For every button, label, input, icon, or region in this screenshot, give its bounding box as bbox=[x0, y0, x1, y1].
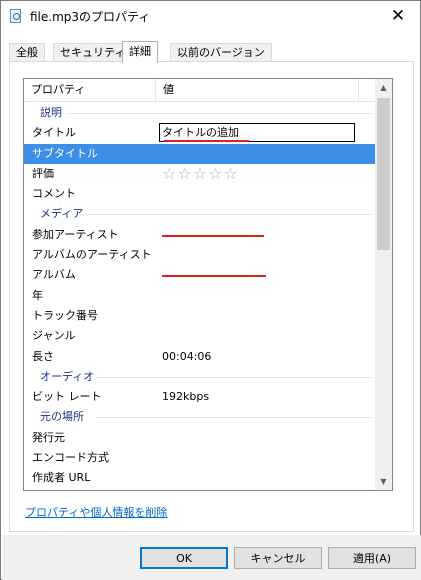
group-divider bbox=[96, 376, 372, 378]
row-subtitle[interactable]: サブタイトル bbox=[24, 143, 376, 164]
property-name: ビット レート bbox=[32, 390, 102, 404]
row-track-number[interactable]: トラック番号 bbox=[24, 306, 376, 326]
tab-security[interactable]: セキュリティ bbox=[53, 43, 133, 62]
row-album-artist[interactable]: アルバムのアーティスト bbox=[24, 245, 376, 265]
window-title: file.mp3のプロパティ bbox=[30, 10, 151, 24]
column-header-value[interactable]: 値 bbox=[156, 79, 359, 101]
vertical-scrollbar[interactable]: ▲ ▼ bbox=[375, 79, 392, 490]
property-list: プロパティ 値 説明 タイトル タイトルの追加 サブタイトル 評価 ☆☆☆☆☆ bbox=[23, 78, 393, 491]
row-length[interactable]: 長さ 00:04:06 bbox=[24, 347, 376, 367]
group-divider bbox=[82, 214, 372, 216]
property-name: アルバム bbox=[32, 268, 76, 282]
property-name: サブタイトル bbox=[32, 146, 98, 160]
group-divider bbox=[68, 113, 372, 114]
scroll-down-arrow-icon[interactable]: ▼ bbox=[375, 473, 392, 490]
row-publisher[interactable]: 発行元 bbox=[24, 428, 376, 448]
row-author-url[interactable]: 作成者 URL bbox=[24, 468, 376, 488]
property-name: 長さ bbox=[32, 349, 54, 363]
group-label: 元の場所 bbox=[40, 410, 84, 424]
column-header-property[interactable]: プロパティ bbox=[24, 79, 156, 101]
remove-properties-link[interactable]: プロパティや個人情報を削除 bbox=[25, 504, 167, 520]
property-value: 00:04:06 bbox=[162, 349, 212, 363]
row-comment[interactable]: コメント bbox=[24, 184, 376, 204]
tab-details[interactable]: 詳細 bbox=[122, 41, 158, 63]
group-divider bbox=[96, 417, 372, 419]
group-description: 説明 bbox=[24, 103, 376, 123]
row-genre[interactable]: ジャンル bbox=[24, 326, 376, 346]
property-name: トラック番号 bbox=[32, 308, 98, 322]
ok-button[interactable]: OK bbox=[140, 547, 228, 569]
red-annotation-line bbox=[162, 234, 264, 237]
property-name: 参加アーティスト bbox=[32, 227, 119, 241]
property-name: 発行元 bbox=[32, 430, 65, 444]
group-label: オーディオ bbox=[40, 369, 95, 383]
property-value: 192kbps bbox=[162, 390, 210, 404]
group-origin: 元の場所 bbox=[24, 407, 376, 427]
property-name: 作成者 URL bbox=[32, 471, 91, 485]
row-album[interactable]: アルバム bbox=[24, 265, 376, 285]
row-contributing-artist[interactable]: 参加アーティスト bbox=[24, 225, 376, 245]
property-name: コメント bbox=[32, 187, 76, 201]
list-header: プロパティ 値 bbox=[24, 79, 376, 102]
row-year[interactable]: 年 bbox=[24, 286, 376, 306]
cancel-button[interactable]: キャンセル bbox=[234, 547, 322, 569]
tab-previous-versions[interactable]: 以前のバージョン bbox=[170, 43, 272, 62]
property-name: ジャンル bbox=[32, 329, 76, 343]
group-media: メディア bbox=[24, 204, 376, 224]
tab-general[interactable]: 全般 bbox=[9, 43, 45, 62]
tab-strip: 全般 セキュリティ 詳細 以前のバージョン bbox=[9, 41, 414, 63]
star-rating[interactable]: ☆☆☆☆☆ bbox=[162, 164, 239, 184]
red-annotation-line bbox=[162, 275, 266, 278]
red-annotation-line bbox=[164, 140, 249, 143]
row-rating[interactable]: 評価 ☆☆☆☆☆ bbox=[24, 164, 376, 184]
group-label: メディア bbox=[40, 207, 84, 221]
row-bitrate[interactable]: ビット レート 192kbps bbox=[24, 387, 376, 407]
close-button[interactable]: ✕ bbox=[376, 1, 420, 31]
property-name: 評価 bbox=[32, 166, 54, 180]
apply-button[interactable]: 適用(A) bbox=[328, 547, 416, 569]
group-audio: オーディオ bbox=[24, 367, 376, 387]
property-name: エンコード方式 bbox=[32, 451, 109, 465]
property-name: タイトル bbox=[32, 126, 76, 140]
audio-file-icon bbox=[10, 9, 21, 23]
title-bar: file.mp3のプロパティ ✕ bbox=[1, 1, 420, 31]
group-label: 説明 bbox=[40, 106, 62, 119]
properties-window: file.mp3のプロパティ ✕ 全般 セキュリティ 詳細 以前のバージョン プ… bbox=[0, 0, 421, 580]
property-name: アルバムのアーティスト bbox=[32, 248, 152, 262]
property-name: 年 bbox=[32, 288, 43, 302]
scrollbar-thumb[interactable] bbox=[377, 98, 390, 250]
row-title[interactable]: タイトル タイトルの追加 bbox=[24, 123, 376, 143]
scroll-up-arrow-icon[interactable]: ▲ bbox=[375, 79, 392, 96]
property-rows: 説明 タイトル タイトルの追加 サブタイトル 評価 ☆☆☆☆☆ コメント メディ… bbox=[24, 103, 376, 489]
row-encoded-by[interactable]: エンコード方式 bbox=[24, 448, 376, 468]
